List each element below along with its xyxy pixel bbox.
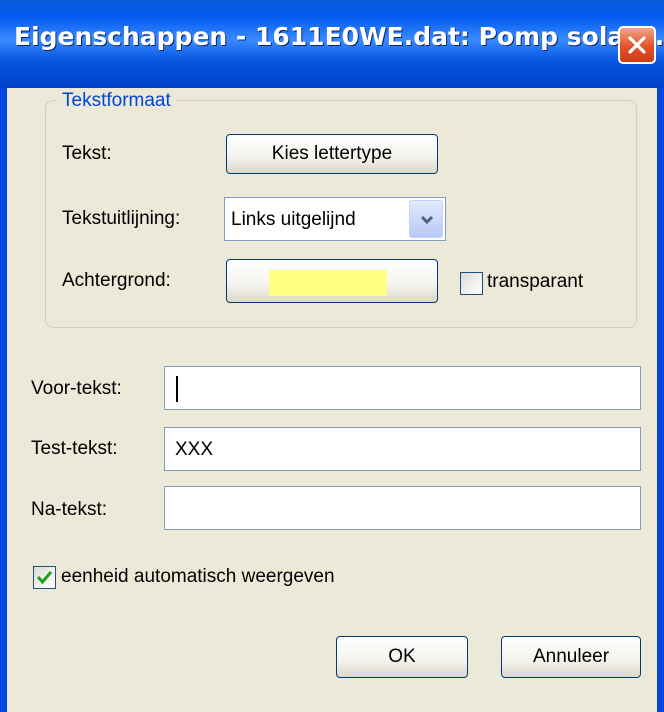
test-text-value: XXX bbox=[175, 439, 214, 460]
dropdown-arrow-button[interactable] bbox=[409, 200, 443, 238]
window-frame-left bbox=[0, 88, 7, 712]
checkmark-icon bbox=[36, 571, 53, 585]
color-swatch bbox=[269, 270, 387, 296]
title-bar[interactable]: Eigenschappen - 1611E0WE.dat: Pomp solar… bbox=[0, 0, 664, 88]
alignment-selected-value: Links uitgelijnd bbox=[231, 209, 356, 230]
group-title: Tekstformaat bbox=[57, 90, 176, 112]
background-label: Achtergrond: bbox=[62, 270, 171, 291]
chevron-down-icon bbox=[420, 215, 434, 225]
pre-text-input[interactable] bbox=[164, 366, 641, 410]
window-frame-right bbox=[657, 88, 664, 712]
choose-font-button[interactable]: Kies lettertype bbox=[226, 134, 438, 174]
ok-button[interactable]: OK bbox=[336, 636, 468, 678]
close-icon bbox=[628, 36, 646, 54]
transparent-label: transparant bbox=[487, 271, 584, 292]
post-text-label: Na-tekst: bbox=[31, 499, 108, 520]
alignment-label: Tekstuitlijning: bbox=[62, 208, 181, 229]
window-title: Eigenschappen - 1611E0WE.dat: Pomp solar… bbox=[14, 22, 664, 51]
cancel-button[interactable]: Annuleer bbox=[501, 636, 641, 678]
text-label: Tekst: bbox=[62, 143, 112, 164]
alignment-select[interactable]: Links uitgelijnd bbox=[224, 197, 446, 241]
background-color-button[interactable] bbox=[226, 259, 438, 303]
transparent-checkbox[interactable] bbox=[460, 272, 483, 295]
test-text-label: Test-tekst: bbox=[31, 438, 118, 459]
pre-text-label: Voor-tekst: bbox=[31, 378, 122, 399]
dialog-body: Tekstformaat Tekst: Kies lettertype Teks… bbox=[7, 88, 657, 712]
close-button[interactable] bbox=[618, 26, 656, 64]
auto-unit-label: eenheid automatisch weergeven bbox=[61, 566, 335, 587]
auto-unit-checkbox[interactable] bbox=[33, 566, 56, 589]
text-caret bbox=[176, 376, 178, 402]
post-text-input[interactable] bbox=[164, 486, 641, 530]
properties-dialog: Eigenschappen - 1611E0WE.dat: Pomp solar… bbox=[0, 0, 664, 712]
test-text-input[interactable]: XXX bbox=[164, 427, 641, 471]
